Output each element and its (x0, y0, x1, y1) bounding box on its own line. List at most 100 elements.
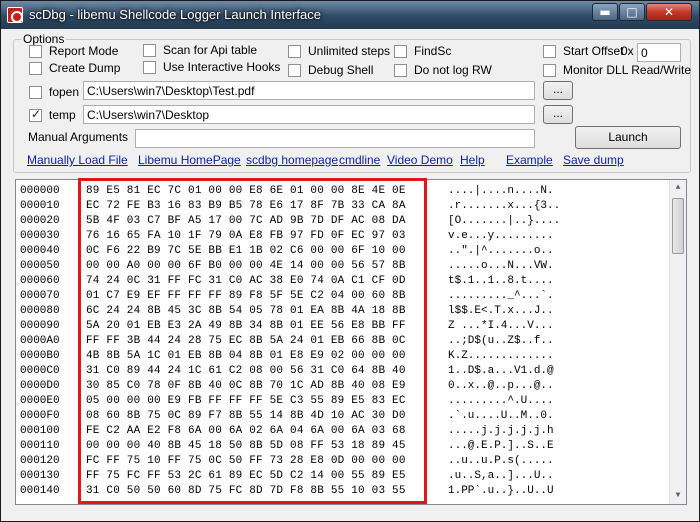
fopen-checkbox[interactable]: fopen (29, 85, 79, 99)
dump-hex-bytes: 00 00 A0 00 00 6F B0 00 00 4E 14 00 00 5… (86, 260, 406, 272)
start-offset-checkbox[interactable]: Start Offset (543, 44, 623, 58)
dump-address: 000060 (20, 275, 60, 287)
checkbox-box[interactable] (543, 63, 556, 77)
dump-hex-bytes: EC 72 FE B3 16 83 B9 B5 78 E6 17 8F 7B 3… (86, 200, 406, 212)
checkbox-box[interactable] (29, 85, 42, 99)
dump-address: 000120 (20, 455, 60, 467)
dump-hex-bytes: 31 C0 50 50 60 8D 75 FC 8D 7D F8 8B 55 1… (86, 485, 406, 497)
checkbox-box[interactable] (394, 63, 407, 77)
checkbox-box[interactable] (288, 44, 301, 58)
dump-ascii: t$.1..1..8.t.... (448, 275, 554, 287)
title-bar[interactable]: scDbg - libemu Shellcode Logger Launch I… (1, 1, 699, 29)
dump-address: 000140 (20, 485, 60, 497)
dump-address: 000010 (20, 200, 60, 212)
fopen-path-input[interactable] (83, 81, 535, 100)
dump-hex-bytes: 00 00 00 40 8B 45 18 50 8B 5D 08 FF 53 1… (86, 440, 406, 452)
temp-path-input[interactable] (83, 105, 535, 124)
dump-hex-bytes: 01 C7 E9 EF FF FF FF 89 F8 5F 5E C2 04 0… (86, 290, 406, 302)
checkbox-label: fopen (49, 85, 80, 99)
checkbox-label: Scan for Api table (163, 43, 258, 57)
maximize-button[interactable]: □ (619, 3, 645, 21)
dump-ascii: v.e...y......... (448, 230, 554, 242)
manually-load-file-link[interactable]: Manually Load File (27, 153, 128, 167)
dump-hex-bytes: 31 C0 89 44 24 1C 61 C2 08 00 56 31 C0 6… (86, 365, 406, 377)
dump-address: 000070 (20, 290, 60, 302)
dump-hex-bytes: 4B 8B 5A 1C 01 EB 8B 04 8B 01 E8 E9 02 0… (86, 350, 406, 362)
hex-dump-view[interactable]: 000140 31 C0 50 50 60 8D 75 FC 8D 7D F8 8… (15, 178, 687, 505)
checkbox-label: Debug Shell (308, 63, 374, 77)
checkbox-box[interactable] (29, 107, 42, 122)
debug-shell-checkbox[interactable]: Debug Shell (288, 63, 373, 77)
dump-ascii: l$$.E<.T.x...J.. (448, 305, 554, 317)
unlimited-steps-checkbox[interactable]: Unlimited steps (288, 44, 390, 58)
dump-hex-bytes: 89 E5 81 EC 7C 01 00 00 E8 6E 01 00 00 8… (86, 185, 406, 197)
dump-ascii: ........._^...`. (448, 290, 554, 302)
findsc-checkbox[interactable]: FindSc (394, 44, 451, 58)
video-demo-link[interactable]: Video Demo (387, 153, 453, 167)
dump-ascii: K.Z............. (448, 350, 554, 362)
dump-hex-bytes: FF 75 FC FF 53 2C 61 89 EC 5D C2 14 00 5… (86, 470, 406, 482)
checkbox-label: Unlimited steps (308, 44, 391, 58)
dump-address: 000050 (20, 260, 60, 272)
manual-arguments-label: Manual Arguments (28, 130, 129, 144)
checkbox-box[interactable] (543, 44, 556, 58)
fopen-browse-button[interactable]: ... (543, 81, 573, 100)
interactive-hooks-checkbox[interactable]: Use Interactive Hooks (143, 60, 280, 74)
checkbox-label: FindSc (414, 44, 452, 58)
dump-address: 000100 (20, 425, 60, 437)
dump-ascii: .....o...N...VW. (448, 260, 554, 272)
help-link[interactable]: Help (460, 153, 485, 167)
report-mode-checkbox[interactable]: Report Mode (29, 44, 118, 58)
vertical-scrollbar[interactable]: ▲ ▼ (669, 180, 686, 504)
close-button[interactable]: ✕ (646, 3, 692, 21)
dump-ascii: .........^.U.... (448, 395, 554, 407)
checkbox-label: Do not log RW (414, 63, 492, 77)
do-not-log-rw-checkbox[interactable]: Do not log RW (394, 63, 492, 77)
dump-hex-bytes: 74 24 0C 31 FF FC 31 C0 AC 38 E0 74 0A C… (86, 275, 406, 287)
dump-ascii: 1..D$.a...V1.d.@ (448, 365, 554, 377)
dump-ascii: .r.......x...{3.. (448, 200, 561, 212)
minimize-button[interactable]: ▬ (592, 3, 618, 21)
checkbox-box[interactable] (394, 44, 407, 58)
app-icon (7, 7, 23, 23)
dump-hex-bytes: FE C2 AA E2 F8 6A 00 6A 02 6A 04 6A 00 6… (86, 425, 406, 437)
dump-hex-bytes: 0C F6 22 B9 7C 5E BB E1 1B 02 C6 00 00 6… (86, 245, 406, 257)
cmdline-link[interactable]: cmdline (339, 153, 380, 167)
checkbox-box[interactable] (143, 43, 156, 57)
dump-ascii: 1.PP`.u..}..U..U (448, 485, 554, 497)
offset-prefix: 0x (621, 44, 634, 58)
checkbox-label: temp (49, 108, 76, 122)
temp-checkbox[interactable]: temp (29, 107, 76, 122)
dump-ascii: ..u..u.P.s(..... (448, 455, 554, 467)
libemu-homepage-link[interactable]: Libemu HomePage (138, 153, 241, 167)
dump-address: 0000F0 (20, 410, 60, 422)
checkbox-box[interactable] (29, 61, 42, 75)
checkbox-label: Start Offset (563, 44, 624, 58)
temp-browse-button[interactable]: ... (543, 105, 573, 124)
dump-ascii: [O.......|..}.... (448, 215, 561, 227)
dump-address: 0000E0 (20, 395, 60, 407)
scroll-thumb[interactable] (672, 198, 684, 254)
dump-ascii: 0..x..@..p...@.. (448, 380, 554, 392)
dump-hex-bytes: FF FF 3B 44 24 28 75 EC 8B 5A 24 01 EB 6… (86, 335, 406, 347)
example-link[interactable]: Example (506, 153, 553, 167)
start-offset-input[interactable] (637, 43, 681, 62)
app-window: scDbg - libemu Shellcode Logger Launch I… (0, 0, 700, 522)
launch-button[interactable]: Launch (575, 126, 681, 149)
dump-ascii: ..;D$(u..Z$..f.. (448, 335, 554, 347)
scdbg-homepage-link[interactable]: scdbg homepage (246, 153, 338, 167)
scan-api-table-checkbox[interactable]: Scan for Api table (143, 43, 257, 57)
save-dump-link[interactable]: Save dump (563, 153, 624, 167)
dump-address: 000040 (20, 245, 60, 257)
scroll-down-icon[interactable]: ▼ (670, 488, 686, 504)
dump-address: 000080 (20, 305, 60, 317)
scroll-up-icon[interactable]: ▲ (670, 180, 686, 196)
monitor-dll-checkbox[interactable]: Monitor DLL Read/Write (543, 63, 691, 77)
checkbox-box[interactable] (288, 63, 301, 77)
manual-arguments-input[interactable] (135, 129, 535, 148)
dump-ascii: ...@.E.P.]..S..E (448, 440, 554, 452)
checkbox-box[interactable] (143, 60, 156, 74)
checkbox-box[interactable] (29, 44, 42, 58)
create-dump-checkbox[interactable]: Create Dump (29, 61, 120, 75)
dump-hex-bytes: 08 60 8B 75 0C 89 F7 8B 55 14 8B 4D 10 A… (86, 410, 406, 422)
